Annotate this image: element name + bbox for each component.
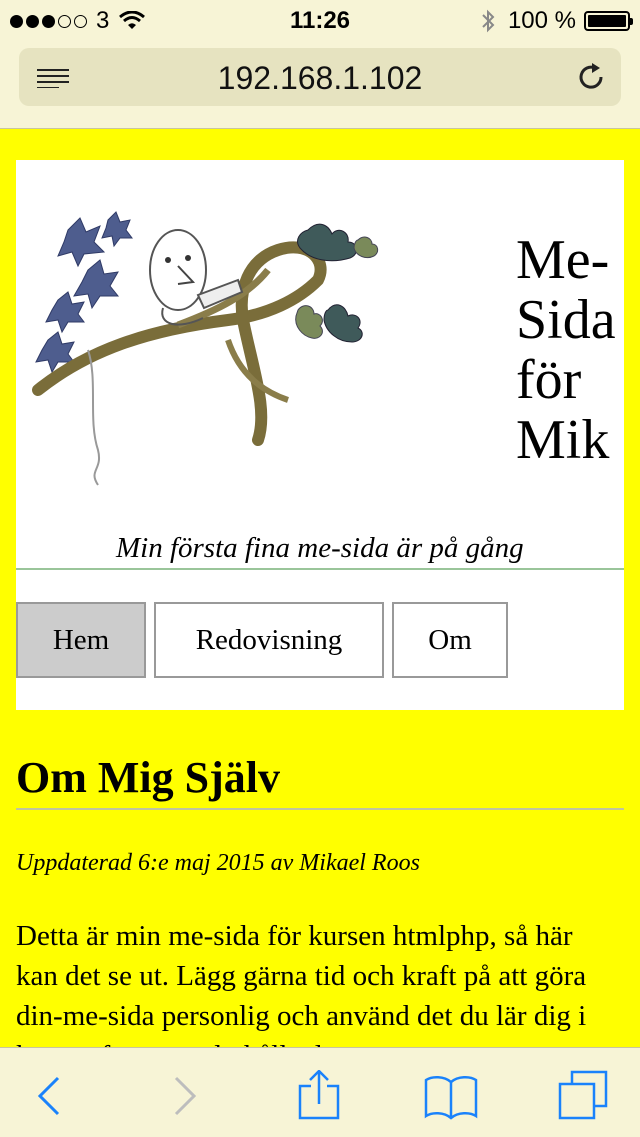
- url-text[interactable]: 192.168.1.102: [19, 60, 621, 97]
- browser-toolbar: [0, 1047, 640, 1137]
- site-logo-illustration: [32, 211, 379, 486]
- header-divider: [16, 568, 624, 570]
- site-slogan: Min första fina me-sida är på gång: [116, 532, 524, 564]
- bookmarks-icon[interactable]: [424, 1070, 478, 1120]
- reload-icon[interactable]: [575, 61, 607, 93]
- site-title[interactable]: Me- Sida för Mik: [516, 230, 624, 470]
- article-title: Om Mig Själv: [16, 753, 280, 802]
- article-byline: Uppdaterad 6:e maj 2015 av Mikael Roos: [16, 850, 420, 876]
- browser-address-area: 192.168.1.102: [0, 40, 640, 129]
- site-header: Me- Sida för Mik Min första fina me-sida…: [16, 160, 624, 710]
- battery-percentage: 100 %: [507, 7, 576, 34]
- back-icon[interactable]: [28, 1070, 78, 1120]
- bluetooth-icon: [482, 9, 495, 33]
- nav-item-redovisning[interactable]: Redovisning: [154, 602, 384, 678]
- nav-item-om[interactable]: Om: [392, 602, 508, 678]
- nav-item-hem[interactable]: Hem: [16, 602, 146, 678]
- forward-icon[interactable]: [160, 1070, 210, 1120]
- address-bar[interactable]: 192.168.1.102: [19, 48, 621, 106]
- share-icon[interactable]: [294, 1070, 344, 1120]
- status-bar: 3 11:26 100 %: [0, 0, 640, 40]
- site-navbar: Hem Redovisning Om: [16, 602, 516, 678]
- tabs-icon[interactable]: [558, 1070, 608, 1120]
- battery-icon: [584, 11, 633, 31]
- title-divider: [16, 808, 624, 810]
